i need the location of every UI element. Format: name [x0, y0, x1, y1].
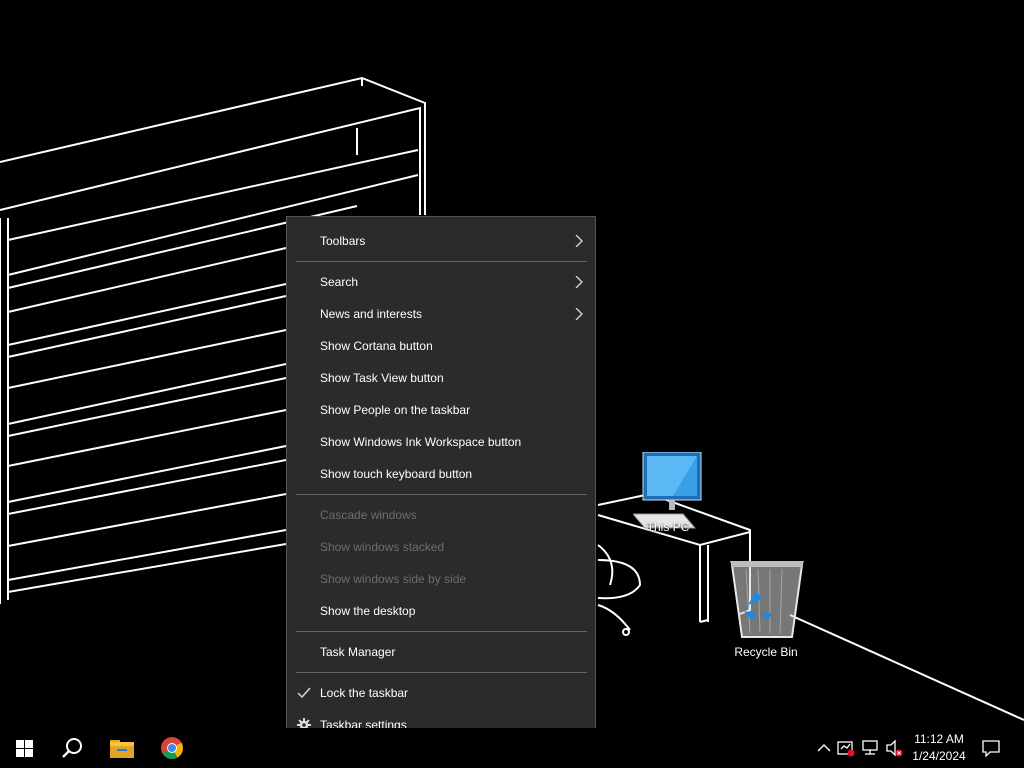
- menu-item-label: Show the desktop: [320, 604, 416, 618]
- menu-item-show-touch-keyboard[interactable]: Show touch keyboard button: [287, 459, 595, 489]
- menu-item-label: Toolbars: [320, 234, 366, 248]
- menu-separator: [296, 261, 587, 262]
- menu-item-toolbars[interactable]: Toolbars: [287, 226, 595, 256]
- checkmark-icon: [297, 687, 311, 699]
- menu-item-label: Search: [320, 275, 359, 289]
- menu-item-task-manager[interactable]: Task Manager: [287, 637, 595, 667]
- chevron-right-icon: [575, 235, 583, 247]
- menu-item-show-people[interactable]: Show People on the taskbar: [287, 395, 595, 425]
- menu-item-cascade-windows: Cascade windows: [287, 500, 595, 530]
- menu-item-show-windows-side-by-side: Show windows side by side: [287, 564, 595, 594]
- menu-item-label: Lock the taskbar: [320, 686, 409, 700]
- recycle-bin-icon[interactable]: Recycle Bin: [726, 555, 806, 659]
- notification-icon[interactable]: [982, 739, 1000, 757]
- file-explorer-button[interactable]: [98, 728, 146, 768]
- menu-item-show-windows-stacked: Show windows stacked: [287, 532, 595, 562]
- clock-date: 1/24/2024: [912, 749, 966, 763]
- chevron-right-icon: [575, 276, 583, 288]
- menu-item-show-cortana[interactable]: Show Cortana button: [287, 331, 595, 361]
- taskbar-clock[interactable]: 11:12 AM 1/24/2024: [908, 731, 970, 765]
- chrome-icon: [161, 737, 183, 759]
- recycle-bin-graphic-icon: [730, 561, 804, 638]
- menu-item-label: Show Cortana button: [320, 339, 433, 353]
- menu-item-label: News and interests: [320, 307, 423, 321]
- menu-item-lock-taskbar[interactable]: Lock the taskbar: [287, 678, 595, 708]
- menu-separator: [296, 631, 587, 632]
- search-button[interactable]: [48, 728, 96, 768]
- menu-item-show-task-view[interactable]: Show Task View button: [287, 363, 595, 393]
- windows-logo-icon: [15, 739, 33, 757]
- chevron-up-icon[interactable]: [815, 739, 833, 757]
- start-button[interactable]: [0, 728, 48, 768]
- menu-item-show-desktop[interactable]: Show the desktop: [287, 596, 595, 626]
- menu-item-label: Show windows stacked: [320, 540, 445, 554]
- menu-item-label: Task Manager: [320, 645, 396, 659]
- network-icon[interactable]: [861, 739, 879, 757]
- menu-separator: [296, 672, 587, 673]
- volume-muted-icon[interactable]: [885, 739, 903, 757]
- menu-item-label: Cascade windows: [320, 508, 417, 522]
- search-icon: [62, 738, 82, 758]
- recycle-bin-label: Recycle Bin: [734, 645, 798, 659]
- taskbar-context-menu: Toolbars Search News and interests Show …: [286, 216, 596, 749]
- defender-icon[interactable]: [837, 739, 855, 757]
- this-pc-icon[interactable]: This PC: [628, 452, 708, 534]
- taskbar: 11:12 AM 1/24/2024: [0, 728, 1024, 768]
- folder-icon: [110, 740, 134, 758]
- menu-item-news-and-interests[interactable]: News and interests: [287, 299, 595, 329]
- chevron-right-icon: [575, 308, 583, 320]
- menu-separator: [296, 494, 587, 495]
- menu-item-show-ink-workspace[interactable]: Show Windows Ink Workspace button: [287, 427, 595, 457]
- chrome-button[interactable]: [148, 728, 196, 768]
- clock-time: 11:12 AM: [914, 732, 964, 746]
- menu-item-search[interactable]: Search: [287, 267, 595, 297]
- menu-item-label: Show touch keyboard button: [320, 467, 473, 481]
- menu-item-label: Show Task View button: [320, 371, 444, 385]
- menu-item-label: Show People on the taskbar: [320, 403, 471, 417]
- menu-item-label: Show Windows Ink Workspace button: [320, 435, 522, 449]
- menu-item-label: Show windows side by side: [320, 572, 467, 586]
